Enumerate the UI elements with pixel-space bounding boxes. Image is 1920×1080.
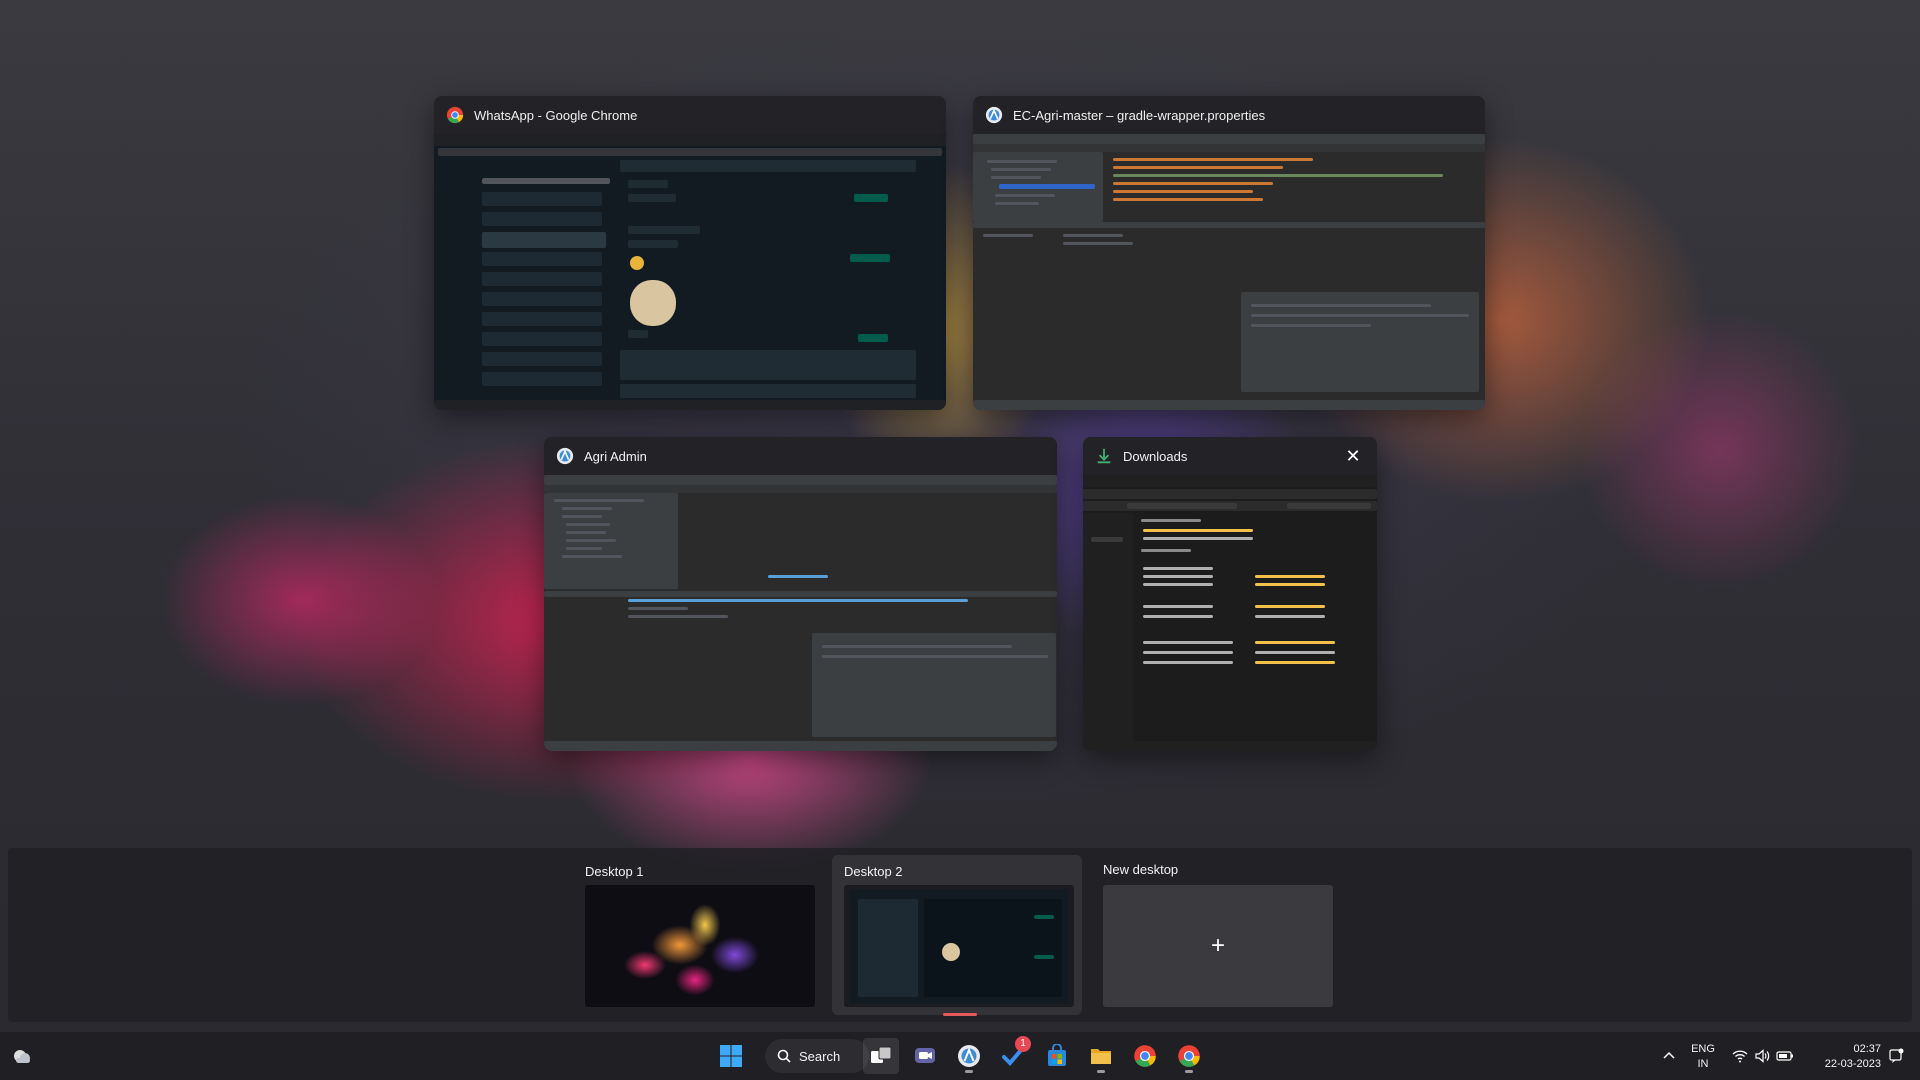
notifications-button[interactable] <box>1881 1038 1911 1074</box>
notification-badge: 1 <box>1015 1036 1031 1052</box>
teams-chat-button[interactable] <box>907 1038 943 1074</box>
region-code: IN <box>1697 1058 1709 1070</box>
chrome-taskbar-button-2[interactable] <box>1171 1038 1207 1074</box>
android-studio-icon <box>556 447 574 465</box>
running-indicator <box>1097 1070 1105 1073</box>
wifi-icon <box>1732 1050 1748 1063</box>
search-label: Search <box>799 1048 841 1064</box>
clock[interactable]: 02:37 22-03-2023 <box>1801 1040 1881 1072</box>
task-view-icon <box>871 1046 892 1063</box>
new-desktop-label: New desktop <box>1103 862 1179 877</box>
chrome-icon <box>1178 1045 1200 1067</box>
task-view-button[interactable] <box>863 1038 899 1074</box>
plus-icon: + <box>1210 932 1225 959</box>
desktop-2[interactable]: Desktop 2 <box>832 855 1082 1015</box>
quick-settings-button[interactable] <box>1729 1038 1797 1074</box>
chrome-icon <box>446 106 464 124</box>
window-title: Agri Admin <box>584 448 647 464</box>
chrome-icon <box>1134 1045 1156 1067</box>
chevron-up-icon <box>1663 1051 1675 1059</box>
windows-logo-icon <box>720 1045 742 1067</box>
desktop-label: Desktop 1 <box>585 864 644 879</box>
desktop-2-thumbnail <box>844 885 1074 1007</box>
weather-icon <box>14 1050 30 1063</box>
window-preview <box>1083 475 1377 751</box>
battery-icon <box>1776 1051 1793 1061</box>
window-header: EC-Agri-master – gradle-wrapper.properti… <box>973 96 1485 134</box>
language-code: ENG <box>1691 1043 1715 1055</box>
new-desktop-button[interactable]: + <box>1103 885 1333 1007</box>
desktop-label: Desktop 2 <box>844 864 903 879</box>
window-header: Downloads ✕ <box>1083 437 1377 475</box>
store-icon <box>1048 1044 1066 1066</box>
start-button[interactable] <box>713 1038 749 1074</box>
chat-icon <box>915 1048 935 1063</box>
store-taskbar-button[interactable] <box>1039 1038 1075 1074</box>
window-thumbnail-agri-admin[interactable]: Agri Admin <box>544 437 1057 751</box>
show-hidden-icons-button[interactable] <box>1651 1038 1687 1074</box>
file-explorer-taskbar-button[interactable] <box>1083 1038 1119 1074</box>
running-indicator <box>1185 1070 1193 1073</box>
desktop-1-wallpaper-thumbnail <box>585 885 815 1007</box>
widgets-button[interactable] <box>4 1038 40 1074</box>
android-studio-icon <box>958 1045 980 1067</box>
folder-icon <box>1091 1049 1111 1064</box>
chrome-taskbar-button-1[interactable] <box>1127 1038 1163 1074</box>
volume-icon <box>1755 1049 1770 1063</box>
window-preview <box>434 134 946 410</box>
clock-time: 02:37 <box>1853 1043 1881 1055</box>
android-studio-icon <box>985 106 1003 124</box>
desktop-1[interactable]: Desktop 1 <box>573 855 823 1015</box>
window-thumbnail-ec-agri-master[interactable]: EC-Agri-master – gradle-wrapper.properti… <box>973 96 1485 410</box>
clock-date: 22-03-2023 <box>1824 1058 1881 1070</box>
window-title: Downloads <box>1123 448 1188 464</box>
window-preview <box>973 134 1485 410</box>
running-indicator <box>965 1070 973 1073</box>
language-indicator[interactable]: ENG IN <box>1683 1040 1723 1072</box>
download-icon <box>1097 448 1111 464</box>
search-icon <box>777 1049 791 1063</box>
window-preview <box>544 475 1057 751</box>
active-desktop-indicator <box>943 1013 977 1016</box>
new-desktop[interactable]: New desktop + <box>1091 855 1341 1015</box>
notification-bell-icon <box>1889 1048 1904 1063</box>
window-thumbnail-downloads[interactable]: Downloads ✕ <box>1083 437 1377 751</box>
todo-taskbar-button[interactable]: 1 <box>995 1036 1031 1074</box>
close-icon[interactable]: ✕ <box>1341 446 1365 467</box>
android-studio-taskbar-button[interactable] <box>951 1038 987 1074</box>
window-header: Agri Admin <box>544 437 1057 475</box>
window-title: WhatsApp - Google Chrome <box>474 107 638 123</box>
window-thumbnail-whatsapp[interactable]: WhatsApp - Google Chrome <box>434 96 946 410</box>
window-title: EC-Agri-master – gradle-wrapper.properti… <box>1013 107 1266 123</box>
window-header: WhatsApp - Google Chrome <box>434 96 946 134</box>
search-box[interactable]: Search <box>765 1039 869 1073</box>
